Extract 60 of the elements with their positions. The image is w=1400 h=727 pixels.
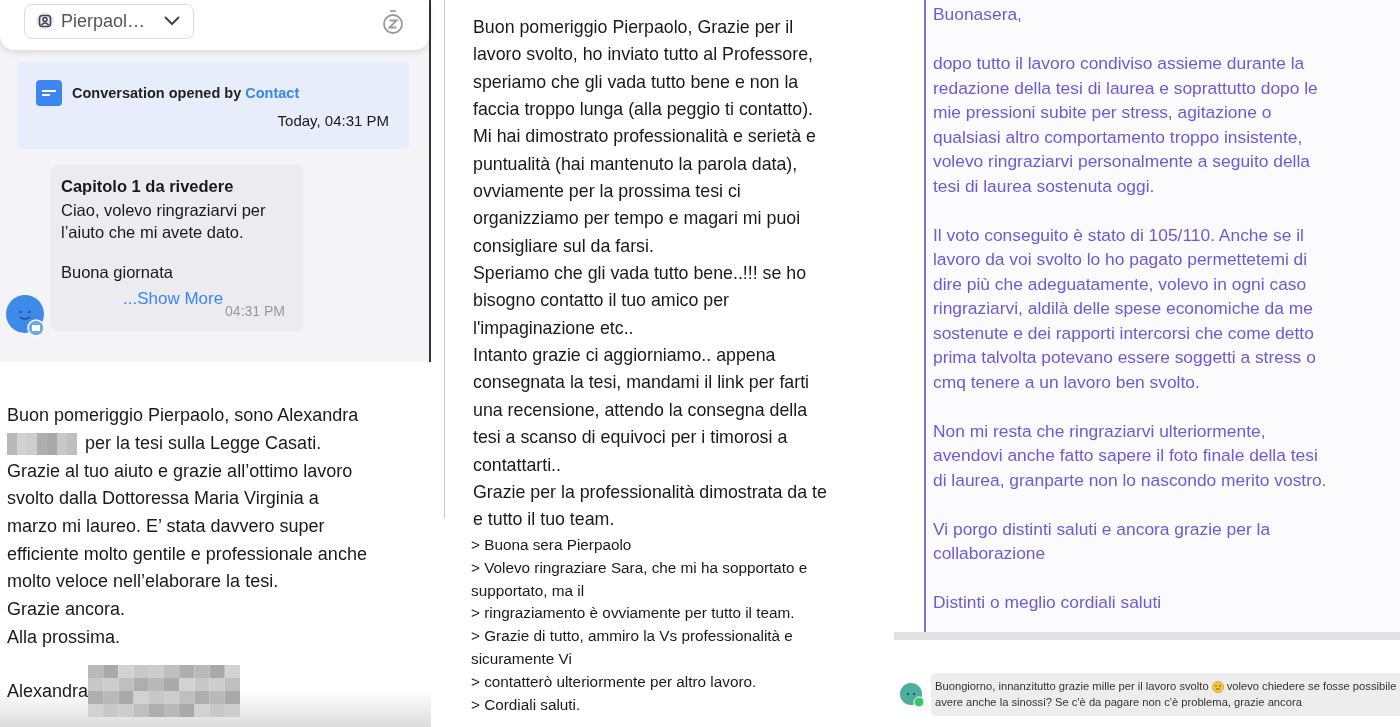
avatar-icon xyxy=(899,681,925,708)
letter-text: e tutto il tuo team. xyxy=(473,508,615,532)
letter-text: ovviamente per la prossima tesi ci xyxy=(473,180,741,204)
quoted-text: > Cordiali saluti. xyxy=(471,694,581,715)
letter-text: una recensione, attendo la consegna della xyxy=(473,398,808,422)
letter-paragraph: Non mi resta che ringraziarvi ulteriormente, avendovi anche fatto sapere il foto finale della tesi di laurea, granparte non lo nascondo merito vostro. xyxy=(933,419,1328,492)
note-icon xyxy=(36,80,62,106)
letter-text: Buon pomeriggio Pierpaolo, Grazie per il xyxy=(473,16,794,39)
quoted-text: > Volevo ringraziare Sara, che mi ha sopportato e xyxy=(471,557,808,578)
letter-text: Speriamo che gli vada tutto bene..!!! se ho xyxy=(473,262,807,286)
letter-text: svolto dalla Dottoressa Maria Virginia a xyxy=(7,488,319,510)
quoted-text: supportato, ma il xyxy=(471,580,585,601)
event-time: Today, 04:31 PM xyxy=(277,112,389,129)
message-text: Buona giornata xyxy=(61,262,174,283)
letter-paragraph: Distinti o meglio cordiali saluti xyxy=(933,591,1163,614)
message-time: 04:31 PM xyxy=(225,303,285,319)
chevron-down-icon xyxy=(163,15,182,27)
letter-text: Grazie per la professionalità dimostrata da te xyxy=(473,480,827,504)
message-title: Capitolo 1 da rivedere xyxy=(61,177,235,196)
quoted-text: > Buona sera Pierpaolo xyxy=(471,535,632,555)
quoted-text: > Grazie di tutto, ammiro la Vs professionalità e xyxy=(471,626,793,647)
letter-text: per la tesi sulla Legge Casati. xyxy=(85,433,322,455)
letter-text: consigliare sul da farsi. xyxy=(473,234,654,258)
letter-text: marzo mi laureo. E’ stata davvero super xyxy=(7,516,325,538)
quoted-text: > ringraziamento è ovviamente per tutto il team. xyxy=(471,603,795,624)
letter-text: efficiente molto gentile e professionale anche xyxy=(7,543,367,565)
letter-text: molto veloce nell’elaborare la tesi. xyxy=(7,571,279,593)
letter-text: puntualità (hai mantenuto la parola data), xyxy=(473,152,798,176)
letter-paragraph: dopo tutto il lavoro condiviso assieme durante la redazione della tesi di laurea e soprattutto dopo le mie pressioni subite per stress, agitazione o qualsiasi altro comportamento troppo insistente, volevo ringraziarvi personalmente a seguito della tesi di laurea sostenuta oggi. xyxy=(933,52,1319,198)
event-text: Conversation opened by Contact xyxy=(72,85,300,101)
letter-paragraph: Buonasera, xyxy=(933,3,1023,26)
letter-text: tesi a scanso di equivoci per i timorosi a xyxy=(473,426,788,450)
letter-text: l'impaginazione etc.. xyxy=(473,316,634,340)
quoted-text: sicuramente Vi xyxy=(471,649,572,669)
letter-text: Intanto grazie ci aggiorniamo.. appena xyxy=(473,344,776,368)
letter-text: organizziamo per tempo e magari mi puoi xyxy=(473,207,801,231)
letter-text: speriamo che gli vada tutto bene e non la xyxy=(473,70,799,94)
smiley-icon xyxy=(1211,680,1224,693)
letter-text: bisogno contatto il tuo amico per xyxy=(473,289,729,313)
snooze-icon[interactable] xyxy=(381,9,405,35)
contact-selector[interactable]: Pierpaol… xyxy=(24,3,195,39)
letter-text: Grazie ancora. xyxy=(7,599,126,621)
letter-text: consegnata la tesi, mandami il link per farti xyxy=(473,371,810,395)
letter-text: contattarti.. xyxy=(473,453,561,477)
quoted-text: > contatterò ulteriormente per altro lavoro. xyxy=(471,671,757,692)
letter-text: Mi hai dimostrato professionalità e serietà e xyxy=(473,125,816,149)
letter-text: lavoro svolto, ho inviato tutto al Professore, xyxy=(473,43,813,67)
avatar-icon xyxy=(6,295,46,337)
letter-text: Buon pomeriggio Pierpaolo, sono Alexandra xyxy=(7,405,359,427)
letter-paragraph: Vi porgo distinti saluti e ancora grazie per la collaborazione xyxy=(933,517,1272,565)
message-text: avere anche la sinossi? Se c'è da pagare non c'è problema, grazie ancora xyxy=(935,694,1302,710)
letter-text: Grazie al tuo aiuto e grazie all’ottimo lavoro xyxy=(7,460,353,482)
letter-text: faccia troppo lunga (alla peggio ti contatto). xyxy=(473,98,814,122)
message-text: Ciao, volevo ringraziarvi per l’aiuto che mi avete dato. xyxy=(61,200,267,243)
person-icon xyxy=(35,11,55,31)
letter-text: Alla prossima. xyxy=(7,626,121,648)
message-text: Buongiorno, innanzitutto grazie mille per il lavoro svolto xyxy=(935,679,1209,694)
message-text: volevo chiedere se fosse possibile xyxy=(1226,679,1397,694)
signature: Alexandra xyxy=(7,680,89,702)
letter-paragraph: Il voto conseguito è stato di 105/110. Anche se il lavoro da voi svolto lo ho pagato permettetemi di dire più che adeguatamente, volevo in ogni caso ringraziarvi, aldilà delle spese economiche da me sostenute e dei rapporti intercorsi che come detto prima talvolta potevano essere soggetti a stress o cmq tenere a un lavoro ben svolto. xyxy=(933,223,1317,394)
